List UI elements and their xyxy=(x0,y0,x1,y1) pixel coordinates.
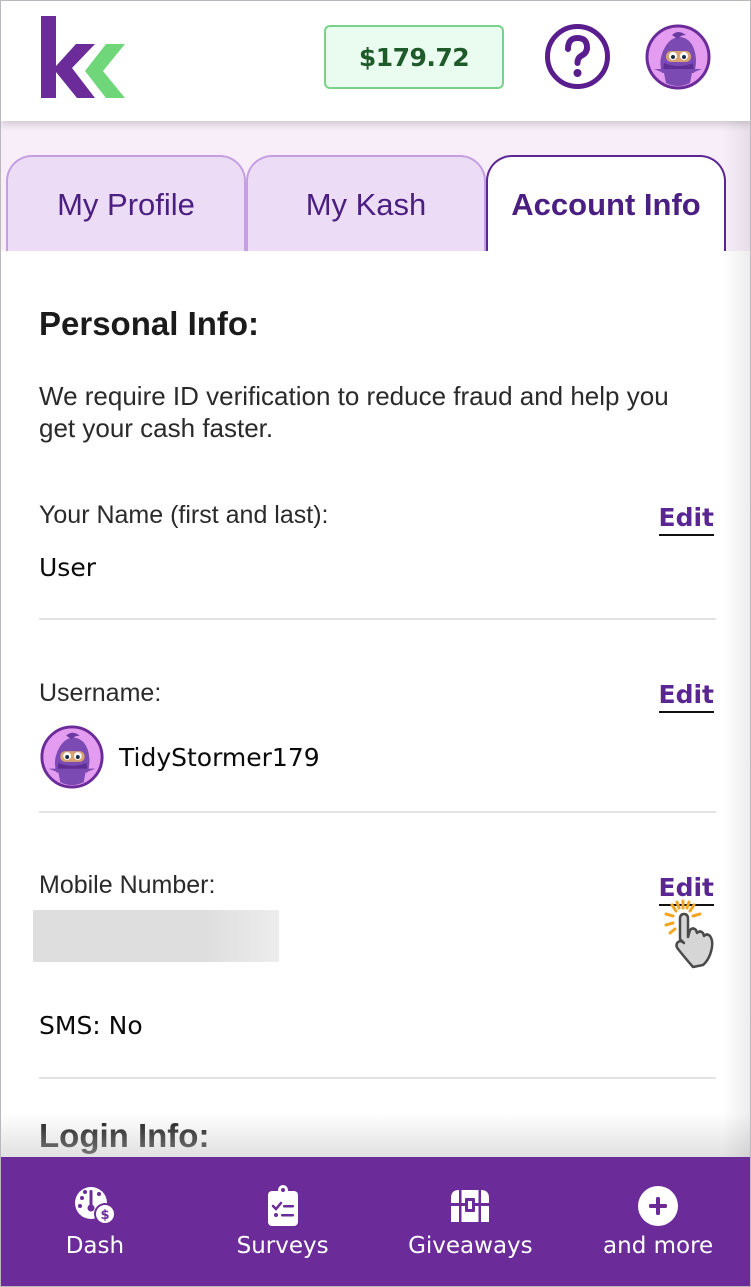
nav-label: Dash xyxy=(65,1233,125,1259)
name-label: Your Name (first and last): xyxy=(39,501,329,529)
masked-mobile-number xyxy=(33,910,279,962)
top-header: $179.72 xyxy=(1,1,750,121)
tab-label: My Profile xyxy=(57,187,195,222)
nav-dash[interactable]: $ Dash xyxy=(1,1157,189,1286)
edit-name-link[interactable]: Edit xyxy=(658,503,714,536)
plus-circle-icon xyxy=(638,1186,679,1226)
click-pointer-icon xyxy=(664,899,714,969)
personal-info-heading: Personal Info: xyxy=(39,305,260,342)
sms-status: SMS: No xyxy=(39,1011,143,1040)
name-value: User xyxy=(39,553,96,582)
tab-my-kash[interactable]: My Kash xyxy=(246,155,486,255)
dashboard-dollar-icon: $ xyxy=(74,1187,116,1225)
tab-label: Account Info xyxy=(511,187,701,222)
bottom-nav: $ Dash Surveys Giveaways and more xyxy=(1,1157,750,1286)
tab-account-info[interactable]: Account Info xyxy=(486,155,726,255)
clipboard-checklist-icon xyxy=(267,1185,298,1226)
app-frame: $179.72 My Profile My Kash Account Info xyxy=(0,0,751,1287)
treasure-chest-icon xyxy=(451,1190,490,1222)
question-circle-icon[interactable] xyxy=(544,23,611,90)
kashkick-logo-icon[interactable] xyxy=(39,16,129,98)
ninja-avatar-icon xyxy=(40,725,104,789)
username-row: TidyStormer179 xyxy=(39,724,320,790)
nav-giveaways[interactable]: Giveaways xyxy=(377,1157,565,1286)
nav-label: Giveaways xyxy=(408,1233,533,1259)
id-verification-note: We require ID verification to reduce fra… xyxy=(39,381,669,443)
mobile-label: Mobile Number: xyxy=(39,871,216,899)
nav-surveys[interactable]: Surveys xyxy=(189,1157,377,1286)
edit-username-link[interactable]: Edit xyxy=(658,680,714,713)
nav-and-more[interactable]: and more xyxy=(564,1157,750,1286)
tab-bar: My Profile My Kash Account Info xyxy=(1,121,750,255)
username-value: TidyStormer179 xyxy=(119,742,320,772)
divider xyxy=(39,811,716,813)
account-info-panel: Personal Info: We require ID verificatio… xyxy=(1,251,750,1157)
divider xyxy=(39,1077,716,1079)
tab-label: My Kash xyxy=(305,187,427,222)
divider xyxy=(39,618,716,620)
username-label: Username: xyxy=(39,679,162,707)
tab-my-profile[interactable]: My Profile xyxy=(6,155,246,255)
login-info-heading: Login Info: xyxy=(39,1117,210,1154)
nav-label: and more xyxy=(603,1233,714,1259)
nav-label: Surveys xyxy=(236,1233,329,1259)
svg-text:$: $ xyxy=(100,1208,109,1223)
balance-badge[interactable]: $179.72 xyxy=(324,25,504,89)
user-avatar-icon[interactable] xyxy=(644,23,712,91)
